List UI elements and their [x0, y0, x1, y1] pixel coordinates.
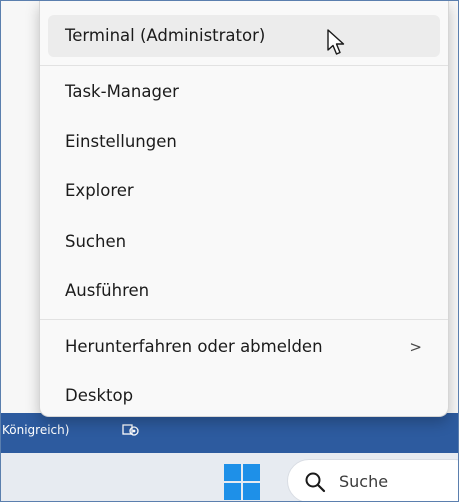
menu-separator: [40, 319, 448, 320]
menu-item-run[interactable]: Ausführen: [48, 270, 440, 312]
menu-item-search[interactable]: Suchen: [48, 221, 440, 263]
mouse-pointer-icon: [327, 29, 345, 55]
taskbar-search-label: Suche: [339, 472, 389, 491]
menu-item-task-manager[interactable]: Task-Manager: [48, 71, 440, 113]
accessibility-icon[interactable]: [122, 423, 140, 437]
menu-item-label: Explorer: [65, 181, 134, 200]
menu-item-label: Desktop: [65, 386, 134, 405]
menu-item-label: Ausführen: [65, 281, 150, 300]
background-window-status-bar: [1, 413, 458, 453]
windows-logo-icon[interactable]: [223, 463, 261, 501]
menu-item-label: Terminal (Administrator): [65, 26, 266, 45]
screenshot-frame: Königreich) Suche Terminal (Administrato…: [0, 0, 459, 502]
search-icon: [305, 472, 326, 493]
menu-item-desktop[interactable]: Desktop: [48, 375, 440, 417]
background-window-status-text: Königreich): [2, 423, 70, 437]
menu-item-explorer[interactable]: Explorer: [48, 170, 440, 212]
menu-item-label: Einstellungen: [65, 132, 177, 151]
menu-separator: [40, 65, 448, 66]
menu-item-label: Task-Manager: [65, 82, 179, 101]
menu-item-shutdown-signout[interactable]: Herunterfahren oder abmelden >: [48, 326, 440, 368]
chevron-right-icon: >: [409, 338, 422, 356]
menu-item-terminal-admin[interactable]: Terminal (Administrator): [48, 15, 440, 57]
menu-item-settings[interactable]: Einstellungen: [48, 121, 440, 163]
menu-item-label: Suchen: [65, 232, 127, 251]
winx-context-menu: Terminal (Administrator) Task-Manager Ei…: [39, 1, 449, 417]
menu-item-label: Herunterfahren oder abmelden: [65, 337, 323, 356]
